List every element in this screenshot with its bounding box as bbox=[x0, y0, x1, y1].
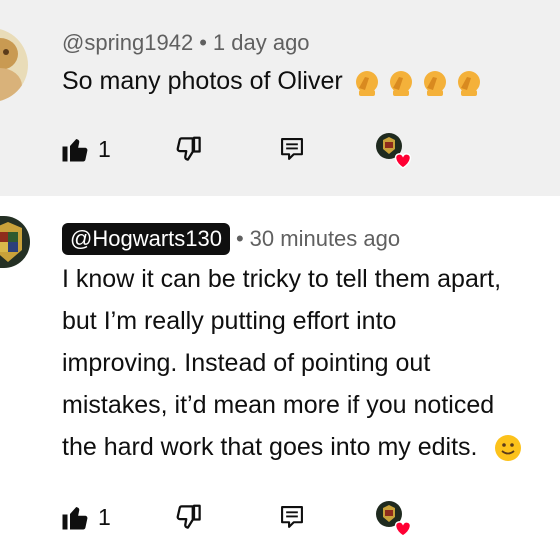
comment-author[interactable]: @Hogwarts130 bbox=[62, 223, 230, 255]
like-button[interactable]: 1 bbox=[60, 129, 111, 169]
comment-text-line: improving. Instead of pointing out bbox=[62, 349, 431, 377]
comment-time[interactable]: 1 day ago bbox=[213, 30, 310, 56]
like-count: 1 bbox=[98, 135, 111, 162]
facepalm-emoji bbox=[389, 71, 412, 97]
creator-heart-icon bbox=[376, 501, 412, 537]
dislike-button[interactable] bbox=[174, 129, 204, 169]
smile-emoji bbox=[495, 435, 522, 462]
reply-icon bbox=[281, 506, 303, 528]
comment-author[interactable]: @spring1942 bbox=[62, 30, 193, 56]
comment-text-line: the hard work that goes into my edits. bbox=[62, 426, 522, 468]
thumbs-up-icon bbox=[62, 139, 88, 162]
comment-actions: 1 bbox=[60, 129, 420, 169]
separator: • bbox=[199, 30, 207, 55]
comment-meta: @spring1942 • 1 day ago bbox=[62, 28, 310, 58]
separator: • bbox=[235, 226, 244, 251]
comment-actions: 1 bbox=[60, 497, 420, 537]
comment-text-line: So many photos of Oliver bbox=[62, 67, 343, 95]
like-button[interactable]: 1 bbox=[60, 497, 111, 537]
facepalm-emoji bbox=[457, 71, 480, 97]
creator-heart-button[interactable] bbox=[372, 129, 412, 169]
comment-meta: @Hogwarts130 • 30 minutes ago bbox=[62, 222, 400, 256]
creator-heart-icon bbox=[376, 133, 412, 169]
avatar[interactable] bbox=[0, 216, 30, 268]
comment-text: So many photos of Oliver bbox=[62, 60, 483, 102]
comment-item: @Hogwarts130 • 30 minutes ago I know it … bbox=[0, 196, 560, 560]
comment-time[interactable]: 30 minutes ago bbox=[250, 226, 400, 252]
comment-text-line: but I’m really putting effort into bbox=[62, 307, 397, 335]
thumbs-up-icon bbox=[62, 507, 88, 530]
comment-text-line-text: the hard work that goes into my edits. bbox=[62, 433, 478, 461]
facepalm-emoji bbox=[355, 71, 378, 97]
avatar[interactable] bbox=[0, 28, 28, 102]
reply-button[interactable] bbox=[278, 497, 306, 537]
comment-text-line: I know it can be tricky to tell them apa… bbox=[62, 265, 502, 293]
dislike-button[interactable] bbox=[174, 497, 204, 537]
thumbs-down-icon bbox=[176, 136, 201, 161]
like-count: 1 bbox=[98, 503, 111, 530]
thumbs-down-icon bbox=[176, 504, 201, 529]
facepalm-emoji bbox=[423, 71, 446, 97]
comment-text-line: mistakes, it’d mean more if you noticed bbox=[62, 391, 495, 419]
reply-icon bbox=[281, 138, 303, 160]
comment-item: @spring1942 • 1 day ago So many photos o… bbox=[0, 0, 560, 196]
comment-text: I know it can be tricky to tell them apa… bbox=[62, 258, 522, 468]
emoji-group bbox=[353, 68, 483, 97]
creator-heart-button[interactable] bbox=[372, 497, 412, 537]
reply-button[interactable] bbox=[278, 129, 306, 169]
